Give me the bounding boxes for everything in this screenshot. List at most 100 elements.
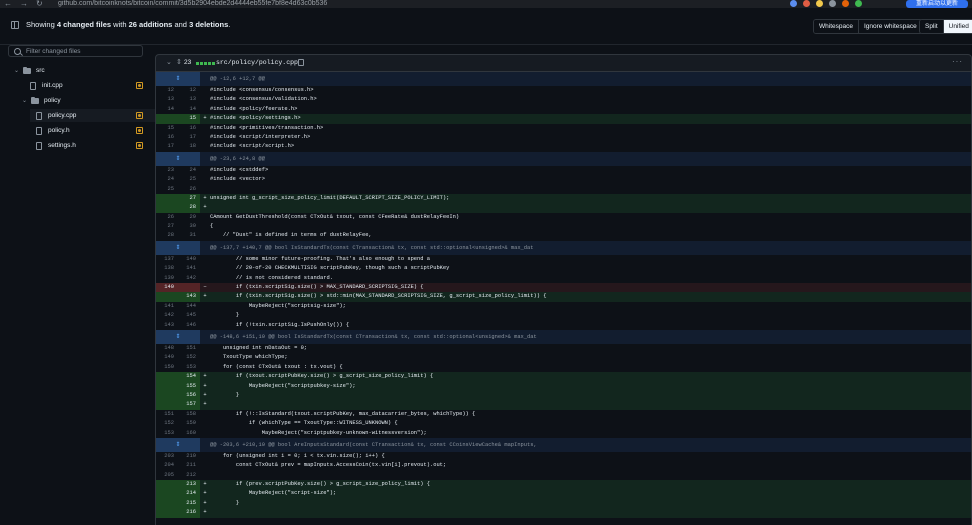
extension-icon[interactable] bbox=[816, 0, 823, 7]
chevron-down-icon[interactable]: ⌄ bbox=[14, 67, 23, 74]
old-line-number[interactable]: 148 bbox=[156, 344, 178, 353]
new-line-number[interactable]: 212 bbox=[178, 471, 200, 480]
update-button[interactable]: 重新启动以更新 bbox=[906, 0, 968, 8]
new-line-number[interactable]: 142 bbox=[178, 274, 200, 283]
new-line-number[interactable]: 25 bbox=[178, 175, 200, 184]
old-line-number[interactable]: 204 bbox=[156, 461, 178, 470]
new-line-number[interactable]: 155 bbox=[178, 381, 200, 391]
tree-file-settings-h[interactable]: settings.h bbox=[36, 139, 155, 152]
old-line-number[interactable]: 140 bbox=[156, 283, 178, 293]
old-line-number[interactable] bbox=[156, 400, 178, 410]
new-line-number[interactable]: 28 bbox=[178, 203, 200, 213]
new-line-number[interactable]: 160 bbox=[178, 429, 200, 438]
old-line-number[interactable] bbox=[156, 381, 178, 391]
old-line-number[interactable]: 25 bbox=[156, 185, 178, 194]
new-line-number[interactable]: 144 bbox=[178, 302, 200, 311]
expand-all-icon[interactable]: ⇕ bbox=[176, 58, 182, 66]
new-line-number[interactable] bbox=[178, 283, 200, 293]
split-view-button[interactable]: Split bbox=[920, 20, 943, 33]
new-line-number[interactable]: 15 bbox=[178, 114, 200, 124]
new-line-number[interactable]: 29 bbox=[178, 213, 200, 222]
old-line-number[interactable] bbox=[156, 508, 178, 518]
old-line-number[interactable]: 153 bbox=[156, 429, 178, 438]
extension-icon[interactable] bbox=[790, 0, 797, 7]
tree-file-init-cpp[interactable]: init.cpp bbox=[30, 79, 155, 92]
extension-icon[interactable] bbox=[842, 0, 849, 7]
old-line-number[interactable]: 27 bbox=[156, 222, 178, 231]
old-line-number[interactable]: 143 bbox=[156, 321, 178, 330]
new-line-number[interactable]: 211 bbox=[178, 461, 200, 470]
new-line-number[interactable]: 145 bbox=[178, 311, 200, 320]
new-line-number[interactable]: 30 bbox=[178, 222, 200, 231]
extension-icon[interactable] bbox=[803, 0, 810, 7]
tree-file-policy-h[interactable]: policy.h bbox=[36, 124, 155, 137]
expand-hunk-icon[interactable]: ⇕ bbox=[156, 437, 200, 452]
expand-hunk-icon[interactable]: ⇕ bbox=[156, 151, 200, 166]
new-line-number[interactable]: 13 bbox=[178, 95, 200, 104]
old-line-number[interactable] bbox=[156, 372, 178, 382]
forward-arrow-icon[interactable]: → bbox=[20, 0, 28, 8]
new-line-number[interactable]: 154 bbox=[178, 372, 200, 382]
file-path-link[interactable]: src/policy/policy.cpp bbox=[216, 59, 298, 66]
old-line-number[interactable] bbox=[156, 193, 178, 204]
new-line-number[interactable]: 216 bbox=[178, 508, 200, 518]
new-line-number[interactable]: 12 bbox=[178, 86, 200, 95]
old-line-number[interactable]: 149 bbox=[156, 353, 178, 362]
old-line-number[interactable] bbox=[156, 390, 178, 401]
copy-path-icon[interactable] bbox=[298, 59, 304, 66]
old-line-number[interactable]: 17 bbox=[156, 142, 178, 151]
old-line-number[interactable]: 142 bbox=[156, 311, 178, 320]
old-line-number[interactable]: 203 bbox=[156, 452, 178, 461]
filter-changed-files-input[interactable] bbox=[26, 46, 136, 56]
new-line-number[interactable]: 153 bbox=[178, 363, 200, 372]
address-bar[interactable]: github.com/bitcoinknots/bitcoin/commit/3… bbox=[58, 0, 327, 8]
old-line-number[interactable]: 141 bbox=[156, 302, 178, 311]
old-line-number[interactable]: 139 bbox=[156, 274, 178, 283]
old-line-number[interactable]: 13 bbox=[156, 95, 178, 104]
old-line-number[interactable] bbox=[156, 114, 178, 124]
new-line-number[interactable]: 14 bbox=[178, 105, 200, 114]
old-line-number[interactable]: 151 bbox=[156, 410, 178, 419]
old-line-number[interactable]: 24 bbox=[156, 175, 178, 184]
new-line-number[interactable]: 215 bbox=[178, 498, 200, 509]
old-line-number[interactable] bbox=[156, 203, 178, 213]
new-line-number[interactable]: 26 bbox=[178, 185, 200, 194]
new-line-number[interactable]: 140 bbox=[178, 255, 200, 264]
new-line-number[interactable]: 156 bbox=[178, 390, 200, 401]
extension-icon[interactable] bbox=[855, 0, 862, 7]
new-line-number[interactable]: 210 bbox=[178, 452, 200, 461]
tree-file-policy-cpp[interactable]: policy.cpp bbox=[30, 109, 155, 122]
reload-icon[interactable]: ↻ bbox=[36, 0, 43, 8]
new-line-number[interactable]: 158 bbox=[178, 410, 200, 419]
old-line-number[interactable]: 12 bbox=[156, 86, 178, 95]
new-line-number[interactable]: 141 bbox=[178, 264, 200, 273]
tree-folder-policy[interactable]: ⌄ policy bbox=[22, 94, 154, 107]
new-line-number[interactable]: 31 bbox=[178, 231, 200, 240]
expand-hunk-icon[interactable]: ⇕ bbox=[156, 329, 200, 344]
old-line-number[interactable]: 14 bbox=[156, 105, 178, 114]
new-line-number[interactable]: 24 bbox=[178, 166, 200, 175]
new-line-number[interactable]: 16 bbox=[178, 124, 200, 133]
old-line-number[interactable]: 205 bbox=[156, 471, 178, 480]
old-line-number[interactable] bbox=[156, 489, 178, 499]
whitespace-button[interactable]: Whitespace bbox=[814, 20, 858, 33]
old-line-number[interactable] bbox=[156, 498, 178, 509]
old-line-number[interactable]: 138 bbox=[156, 264, 178, 273]
extension-icon[interactable] bbox=[829, 0, 836, 7]
collapse-file-chevron-icon[interactable]: ⌄ bbox=[166, 58, 172, 66]
more-options-button[interactable]: ··· bbox=[952, 57, 963, 66]
back-arrow-icon[interactable]: ← bbox=[4, 0, 12, 8]
new-line-number[interactable]: 27 bbox=[178, 193, 200, 204]
chevron-down-icon[interactable]: ⌄ bbox=[22, 97, 31, 104]
expand-hunk-icon[interactable]: ⇕ bbox=[156, 72, 200, 86]
new-line-number[interactable]: 214 bbox=[178, 489, 200, 499]
old-line-number[interactable]: 15 bbox=[156, 124, 178, 133]
old-line-number[interactable] bbox=[156, 480, 178, 490]
new-line-number[interactable]: 146 bbox=[178, 321, 200, 330]
old-line-number[interactable]: 150 bbox=[156, 363, 178, 372]
ignore-whitespace-button[interactable]: Ignore whitespace bbox=[857, 20, 922, 33]
unified-view-button[interactable]: Unified bbox=[942, 20, 972, 33]
expand-hunk-icon[interactable]: ⇕ bbox=[156, 240, 200, 255]
new-line-number[interactable]: 213 bbox=[178, 480, 200, 490]
old-line-number[interactable]: 152 bbox=[156, 419, 178, 428]
